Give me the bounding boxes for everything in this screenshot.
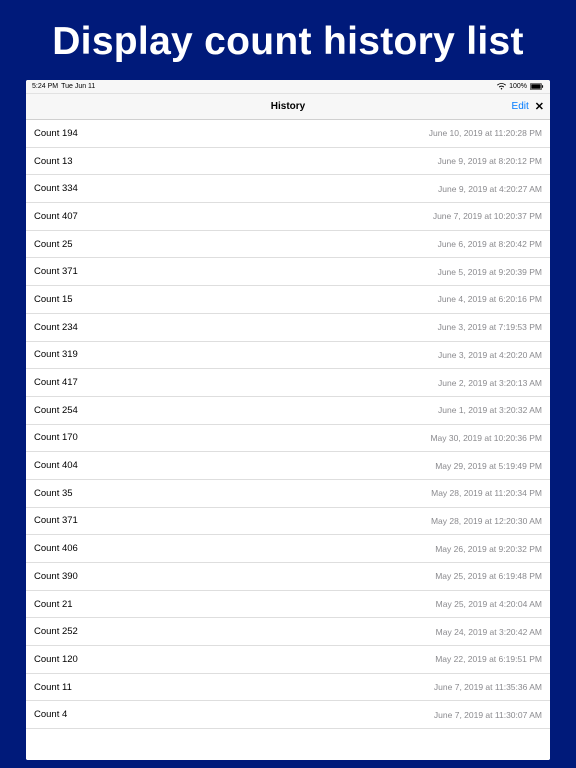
list-item[interactable]: Count 407 June 7, 2019 at 10:20:37 PM [26, 203, 550, 231]
status-time: 5:24 PM [32, 83, 58, 90]
list-item-label: Count 194 [34, 128, 78, 139]
list-item-label: Count 21 [34, 599, 73, 610]
list-item-label: Count 252 [34, 626, 78, 637]
list-item[interactable]: Count 319 June 3, 2019 at 4:20:20 AM [26, 342, 550, 370]
list-item[interactable]: Count 15 June 4, 2019 at 6:20:16 PM [26, 286, 550, 314]
nav-right: Edit ✕ [512, 100, 544, 113]
list-item-label: Count 15 [34, 294, 73, 305]
battery-icon [530, 83, 544, 90]
list-item[interactable]: Count 404 May 29, 2019 at 5:19:49 PM [26, 452, 550, 480]
list-item-label: Count 371 [34, 515, 78, 526]
list-item-time: June 2, 2019 at 3:20:13 AM [438, 378, 542, 388]
list-item-time: June 9, 2019 at 4:20:27 AM [438, 184, 542, 194]
list-item-label: Count 35 [34, 488, 73, 499]
list-item-time: June 9, 2019 at 8:20:12 PM [438, 156, 542, 166]
list-item-label: Count 371 [34, 266, 78, 277]
list-item-time: May 28, 2019 at 11:20:34 PM [431, 488, 542, 498]
status-left: 5:24 PM Tue Jun 11 [32, 83, 95, 90]
list-item[interactable]: Count 21 May 25, 2019 at 4:20:04 AM [26, 591, 550, 619]
list-item-label: Count 406 [34, 543, 78, 554]
list-item-time: May 24, 2019 at 3:20:42 AM [436, 627, 542, 637]
page-title: Display count history list [0, 0, 576, 80]
list-item[interactable]: Count 371 June 5, 2019 at 9:20:39 PM [26, 258, 550, 286]
list-item-label: Count 120 [34, 654, 78, 665]
list-item[interactable]: Count 406 May 26, 2019 at 9:20:32 PM [26, 535, 550, 563]
list-item-time: June 7, 2019 at 11:35:36 AM [434, 682, 542, 692]
list-item[interactable]: Count 11 June 7, 2019 at 11:35:36 AM [26, 674, 550, 702]
list-item-time: June 3, 2019 at 4:20:20 AM [438, 350, 542, 360]
list-item[interactable]: Count 13 June 9, 2019 at 8:20:12 PM [26, 148, 550, 176]
list-item-time: June 10, 2019 at 11:20:28 PM [429, 128, 542, 138]
list-item[interactable]: Count 390 May 25, 2019 at 6:19:48 PM [26, 563, 550, 591]
list-item-time: June 6, 2019 at 8:20:42 PM [438, 239, 542, 249]
list-item-time: May 30, 2019 at 10:20:36 PM [430, 433, 542, 443]
list-item-time: May 25, 2019 at 6:19:48 PM [435, 571, 542, 581]
list-item-label: Count 319 [34, 349, 78, 360]
list-item[interactable]: Count 334 June 9, 2019 at 4:20:27 AM [26, 175, 550, 203]
list-item-time: June 3, 2019 at 7:19:53 PM [438, 322, 542, 332]
nav-title: History [271, 101, 305, 112]
list-item-label: Count 11 [34, 682, 72, 693]
nav-bar: History Edit ✕ [26, 94, 550, 120]
status-bar: 5:24 PM Tue Jun 11 100% [26, 80, 550, 94]
list-item-label: Count 170 [34, 432, 78, 443]
list-item[interactable]: Count 234 June 3, 2019 at 7:19:53 PM [26, 314, 550, 342]
list-item-time: May 25, 2019 at 4:20:04 AM [436, 599, 542, 609]
list-item-time: June 7, 2019 at 11:30:07 AM [434, 710, 542, 720]
list-item[interactable]: Count 35 May 28, 2019 at 11:20:34 PM [26, 480, 550, 508]
list-item[interactable]: Count 254 June 1, 2019 at 3:20:32 AM [26, 397, 550, 425]
list-item[interactable]: Count 25 June 6, 2019 at 8:20:42 PM [26, 231, 550, 259]
list-item-time: June 5, 2019 at 9:20:39 PM [438, 267, 542, 277]
list-item[interactable]: Count 194 June 10, 2019 at 11:20:28 PM [26, 120, 550, 148]
list-item-label: Count 234 [34, 322, 78, 333]
list-item-label: Count 254 [34, 405, 78, 416]
history-list[interactable]: Count 194June 10, 2019 at 11:20:28 PMCou… [26, 120, 550, 760]
list-item-label: Count 334 [34, 183, 78, 194]
list-item-time: June 7, 2019 at 10:20:37 PM [433, 211, 542, 221]
list-item[interactable]: Count 120 May 22, 2019 at 6:19:51 PM [26, 646, 550, 674]
list-item-label: Count 417 [34, 377, 78, 388]
list-item[interactable]: Count 252 May 24, 2019 at 3:20:42 AM [26, 618, 550, 646]
battery-percentage: 100% [509, 83, 527, 90]
wifi-icon [497, 83, 506, 90]
list-item-label: Count 407 [34, 211, 78, 222]
list-item-label: Count 404 [34, 460, 78, 471]
list-item-time: May 29, 2019 at 5:19:49 PM [435, 461, 542, 471]
list-item-label: Count 390 [34, 571, 78, 582]
list-item-label: Count 25 [34, 239, 73, 250]
list-item-time: May 26, 2019 at 9:20:32 PM [435, 544, 542, 554]
list-item-time: June 4, 2019 at 6:20:16 PM [438, 294, 542, 304]
list-item-label: Count 13 [34, 156, 73, 167]
list-item[interactable]: Count 417 June 2, 2019 at 3:20:13 AM [26, 369, 550, 397]
edit-button[interactable]: Edit [512, 101, 529, 112]
device-frame: 5:24 PM Tue Jun 11 100% History Edit ✕ C… [26, 80, 550, 760]
status-date: Tue Jun 11 [61, 83, 95, 90]
list-item[interactable]: Count 371 May 28, 2019 at 12:20:30 AM [26, 508, 550, 536]
list-item-time: May 28, 2019 at 12:20:30 AM [431, 516, 542, 526]
list-item-label: Count 4 [34, 709, 67, 720]
list-item[interactable]: Count 4 June 7, 2019 at 11:30:07 AM [26, 701, 550, 729]
status-right: 100% [497, 83, 544, 90]
list-item[interactable]: Count 170 May 30, 2019 at 10:20:36 PM [26, 425, 550, 453]
list-item-time: June 1, 2019 at 3:20:32 AM [438, 405, 542, 415]
close-button[interactable]: ✕ [535, 100, 544, 113]
list-item-time: May 22, 2019 at 6:19:51 PM [435, 654, 542, 664]
